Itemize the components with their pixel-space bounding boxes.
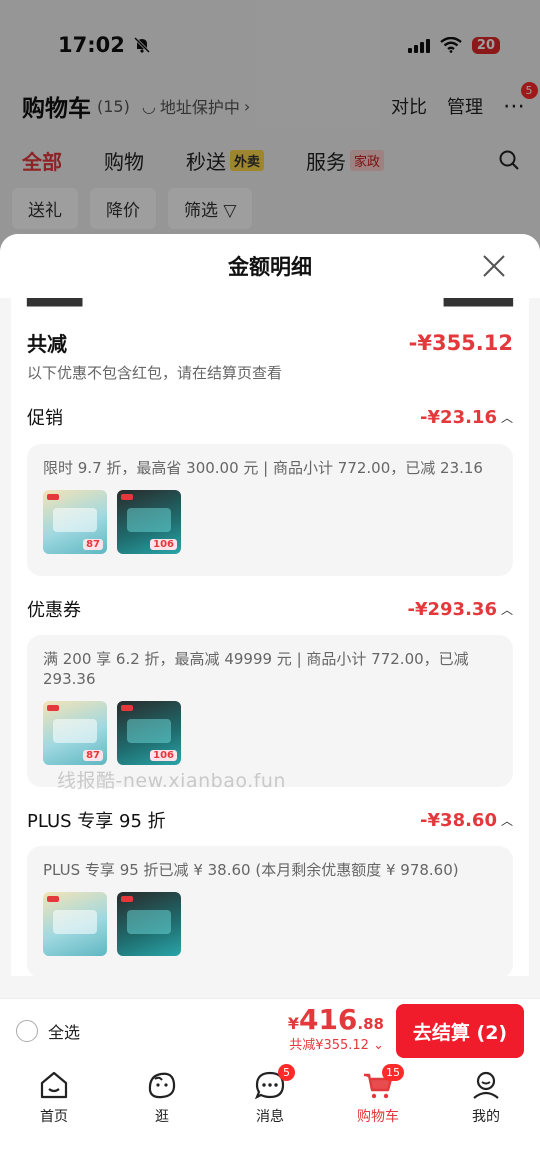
watermark: 线报酷-new.xianbao.fun — [57, 770, 286, 792]
chevron-up-icon: ︿ — [500, 813, 513, 828]
sheet-title: 金额明细 — [228, 255, 312, 279]
home-icon — [40, 1071, 68, 1099]
tabbar-label: 购物车 — [357, 1109, 399, 1125]
total-reduction-amount: -¥355.12 — [408, 330, 513, 355]
select-all-label: 全选 — [48, 1023, 81, 1042]
product-thumb[interactable]: 106 — [117, 701, 181, 765]
checkout-bar: 全选 ¥416.88 共减¥355.12 ⌄ 去结算 (2) — [0, 998, 540, 1062]
product-thumb[interactable]: 106 — [117, 490, 181, 554]
amount-detail-sheet: 金额明细 ▆▆▆▆▆▆▆▆▆ 共减 -¥355.12 以下优惠不包含红包，请在结… — [0, 234, 540, 998]
checkout-button[interactable]: 去结算 (2) — [396, 1004, 524, 1058]
promotion-row[interactable]: 促销 -¥23.16 ︿ — [27, 404, 513, 430]
section-amount: -¥23.16 — [420, 406, 497, 428]
coupon-detail-card: 满 200 享 6.2 折，最高减 49999 元 | 商品小计 772.00，… — [27, 635, 513, 787]
thumb-price: 106 — [150, 539, 177, 550]
plus-detail-card: PLUS 专享 95 折已减 ¥ 38.60 (本月剩余优惠额度 ¥ 978.6… — [27, 846, 513, 976]
section-detail: PLUS 专享 95 折已减 ¥ 38.60 (本月剩余优惠额度 ¥ 978.6… — [43, 861, 459, 879]
thumb-price: 87 — [83, 750, 103, 761]
section-amount: -¥293.36 — [407, 598, 497, 620]
sheet-header: 金额明细 — [0, 234, 540, 298]
tabbar-label: 消息 — [256, 1109, 284, 1125]
dim-overlay[interactable] — [0, 0, 540, 260]
plus-discount-row[interactable]: PLUS 专享 95 折 -¥38.60 ︿ — [27, 807, 513, 833]
tabbar-label: 我的 — [472, 1109, 500, 1125]
tabbar-profile[interactable]: 我的 — [432, 1062, 540, 1174]
sheet-scroll-area[interactable]: ▆▆▆▆▆▆▆▆▆ 共减 -¥355.12 以下优惠不包含红包，请在结算页查看 … — [11, 298, 529, 976]
close-icon[interactable] — [482, 254, 506, 278]
explore-icon — [148, 1072, 176, 1099]
total-reduction-label: 共减 — [27, 332, 67, 356]
saved-amount: 共减¥355.12 — [289, 1038, 369, 1053]
chevron-up-icon: ︿ — [500, 602, 513, 617]
price-decimal: .88 — [357, 1015, 384, 1033]
tabbar-cart[interactable]: 15 购物车 — [324, 1062, 432, 1174]
coupon-row[interactable]: 优惠券 -¥293.36 ︿ — [27, 596, 513, 622]
section-detail: 限时 9.7 折，最高省 300.00 元 | 商品小计 772.00，已减 2… — [43, 459, 483, 477]
section-detail: 满 200 享 6.2 折，最高减 49999 元 | 商品小计 772.00，… — [43, 650, 469, 688]
thumb-price: 87 — [83, 539, 103, 550]
product-thumb[interactable] — [43, 892, 107, 956]
product-thumb[interactable] — [117, 892, 181, 956]
section-label: 促销 — [27, 408, 63, 429]
cutoff-row: ▆▆▆▆▆▆▆▆▆ — [27, 298, 513, 307]
promotion-detail-card: 限时 9.7 折，最高省 300.00 元 | 商品小计 772.00，已减 2… — [27, 444, 513, 576]
tabbar-explore[interactable]: 逛 — [108, 1062, 216, 1174]
reduction-note: 以下优惠不包含红包，请在结算页查看 — [27, 364, 283, 382]
cart-badge: 15 — [382, 1064, 404, 1081]
profile-icon — [473, 1071, 499, 1099]
select-all-radio[interactable] — [16, 1020, 38, 1042]
currency-symbol: ¥ — [287, 1014, 299, 1033]
thumb-price: 106 — [150, 750, 177, 761]
total-reduction-row: 共减 -¥355.12 — [27, 328, 513, 357]
select-all-toggle[interactable]: 全选 — [16, 1019, 80, 1043]
tabbar-messages[interactable]: 5 消息 — [216, 1062, 324, 1174]
tabbar-label: 首页 — [40, 1109, 68, 1125]
price-integer: 416 — [298, 1003, 358, 1036]
chevron-up-icon: ︿ — [500, 410, 513, 425]
product-thumb[interactable]: 87 — [43, 490, 107, 554]
bottom-tab-bar: 首页 逛 5 消息 15 购物车 我的 — [0, 1062, 540, 1174]
tabbar-label: 逛 — [155, 1109, 169, 1125]
total-price[interactable]: ¥416.88 共减¥355.12 ⌄ — [288, 1003, 384, 1053]
section-label: PLUS 专享 95 折 — [27, 811, 166, 832]
product-thumb[interactable]: 87 — [43, 701, 107, 765]
tabbar-home[interactable]: 首页 — [0, 1062, 108, 1174]
messages-badge: 5 — [278, 1064, 295, 1081]
section-label: 优惠券 — [27, 600, 81, 621]
chevron-down-icon: ⌄ — [373, 1038, 384, 1053]
section-amount: -¥38.60 — [420, 809, 497, 831]
